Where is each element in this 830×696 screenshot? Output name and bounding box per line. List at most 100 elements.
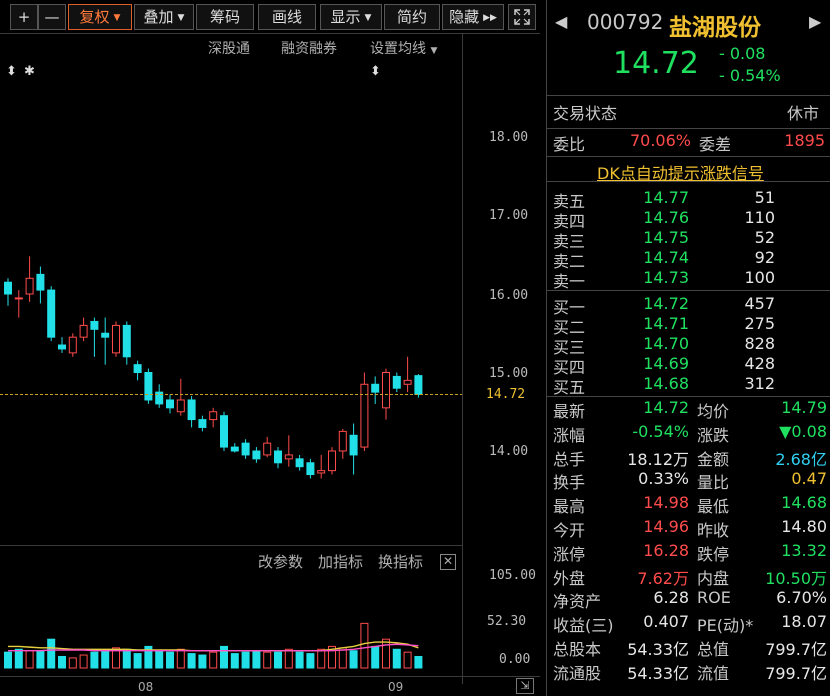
candle-body [284, 454, 293, 460]
simple-button[interactable]: 简约 [384, 4, 440, 30]
weibi-row: 委比 70.06% 委差 1895 [547, 128, 830, 154]
ask-row[interactable]: 卖三 14.75 52 [547, 228, 830, 251]
volume-bar [198, 654, 207, 669]
volume-bar [68, 657, 77, 669]
divider [547, 290, 830, 291]
bid-row[interactable]: 买一 14.72 457 [547, 294, 830, 317]
ask-row[interactable]: 卖二 14.74 92 [547, 248, 830, 271]
candle-body [230, 446, 239, 452]
overlay-dropdown[interactable]: 叠加 ▼ [134, 4, 194, 30]
volume-bar [90, 651, 99, 669]
fuquan-dropdown[interactable]: 复权 ▼ [68, 4, 132, 30]
stat-label: 涨停 [553, 544, 586, 564]
stat-value: 16.28 [643, 540, 689, 560]
display-dropdown[interactable]: 显示 ▼ [320, 4, 382, 30]
date-axis: 08 09 [0, 676, 540, 696]
prev-stock-icon[interactable]: ◀ [555, 12, 567, 31]
weibi-label: 委比 [553, 135, 586, 154]
volume-chart[interactable] [0, 568, 462, 676]
stat-value: 6.28 [653, 588, 689, 608]
stat-value: -0.54% [632, 421, 689, 441]
stat-value: 0.47 [791, 469, 827, 489]
caret-down-icon: ▼ [113, 12, 121, 23]
stat-value: 799.7亿 [765, 663, 827, 683]
ask-row[interactable]: 卖一 14.73 100 [547, 268, 830, 291]
stat-label: 涨幅 [553, 425, 586, 445]
candle-body [349, 434, 358, 456]
volume-tick: 105.00 [489, 568, 536, 583]
book-volume: 828 [744, 334, 775, 353]
overlay-label: 叠加 [143, 8, 174, 26]
volume-bar [230, 653, 239, 669]
trade-status-label: 交易状态 [553, 104, 618, 123]
stat-value: 6.70% [776, 588, 827, 608]
zoom-out-button[interactable]: — [38, 4, 66, 30]
price-tick: 17.00 [489, 208, 529, 223]
stock-name: 盐湖股份 [669, 15, 761, 41]
candle-body [68, 336, 77, 354]
book-price: 14.73 [643, 268, 689, 287]
volume-bar [47, 638, 56, 669]
zoom-in-button[interactable]: + [10, 4, 38, 30]
next-stock-icon[interactable]: ▶ [809, 12, 821, 31]
shengutong-link[interactable]: 深股通 [208, 38, 250, 58]
stat-label: 昨收 [697, 521, 730, 540]
bid-row[interactable]: 买五 14.68 312 [547, 374, 830, 397]
price-axis: 18.00 17.00 16.00 15.00 14.00 105.00 52.… [462, 34, 540, 684]
volume-bar [295, 651, 304, 669]
current-price-tag: 14.72 [486, 387, 526, 402]
stat-value: 14.68 [781, 493, 827, 513]
book-price: 14.74 [643, 248, 689, 267]
change-amount: - 0.08 [719, 44, 766, 63]
volume-bar [25, 650, 34, 669]
bid-row[interactable]: 买二 14.71 275 [547, 314, 830, 337]
dk-signal-link[interactable]: DK点自动提示涨跌信号 [597, 160, 764, 184]
volume-bar [122, 648, 131, 669]
book-price: 14.71 [643, 314, 689, 333]
draw-line-button[interactable]: 画线 [258, 4, 316, 30]
candle-body [306, 462, 315, 476]
stat-value: 2.68亿 [775, 449, 827, 469]
candle-body [144, 372, 153, 401]
stock-code: 000792 [587, 10, 664, 34]
candle-body [14, 297, 23, 300]
book-level-label: 买五 [553, 378, 586, 397]
volume-bar [317, 648, 326, 669]
trade-status-value: 休市 [787, 104, 820, 123]
stat-label: ROE [697, 588, 731, 608]
ask-row[interactable]: 卖五 14.77 51 [547, 188, 830, 211]
trade-status-row: 交易状态 休市 [547, 100, 830, 124]
stat-row: 最新 14.72 均价 14.79 [547, 398, 830, 422]
stat-label: 金额 [697, 449, 730, 469]
book-price: 14.69 [643, 354, 689, 373]
stat-value: 7.62万 [637, 568, 689, 588]
margin-trading-link[interactable]: 融资融券 [281, 38, 337, 58]
volume-bar [284, 648, 293, 669]
set-ma-dropdown[interactable]: 设置均线 ▼ [370, 38, 437, 58]
volume-tick: 52.30 [487, 614, 527, 629]
book-volume: 275 [744, 314, 775, 333]
candlestick-chart[interactable] [0, 60, 462, 544]
stat-label: 总股本 [553, 640, 602, 659]
volume-bar [220, 645, 228, 669]
ask-row[interactable]: 卖四 14.76 110 [547, 208, 830, 231]
hide-button[interactable]: 隐藏 ▶▶ [442, 4, 504, 30]
chart-panel: + — 复权 ▼ 叠加 ▼ 筹码 画线 显示 ▼ 简约 隐藏 ▶▶ 深股通 融资融券 设… [0, 0, 540, 696]
stat-row: 总股本 54.33亿 总值 799.7亿 [547, 636, 830, 660]
candle-body [79, 324, 88, 338]
stat-value: 54.33亿 [627, 663, 689, 683]
book-volume: 312 [744, 374, 775, 393]
stat-label: 最新 [553, 402, 586, 421]
stat-label: 最高 [553, 497, 586, 517]
fullscreen-button[interactable] [508, 4, 536, 30]
expand-icon[interactable]: ⇲ [516, 678, 534, 694]
stat-value: 14.72 [643, 398, 689, 417]
bid-row[interactable]: 买四 14.69 428 [547, 354, 830, 377]
bid-row[interactable]: 买三 14.70 828 [547, 334, 830, 357]
chips-button[interactable]: 筹码 [196, 4, 254, 30]
book-volume: 92 [754, 248, 775, 267]
price-tick: 15.00 [489, 366, 529, 381]
book-price: 14.75 [643, 228, 689, 247]
stat-label: 流值 [697, 663, 730, 683]
stat-label: 总手 [553, 449, 586, 469]
